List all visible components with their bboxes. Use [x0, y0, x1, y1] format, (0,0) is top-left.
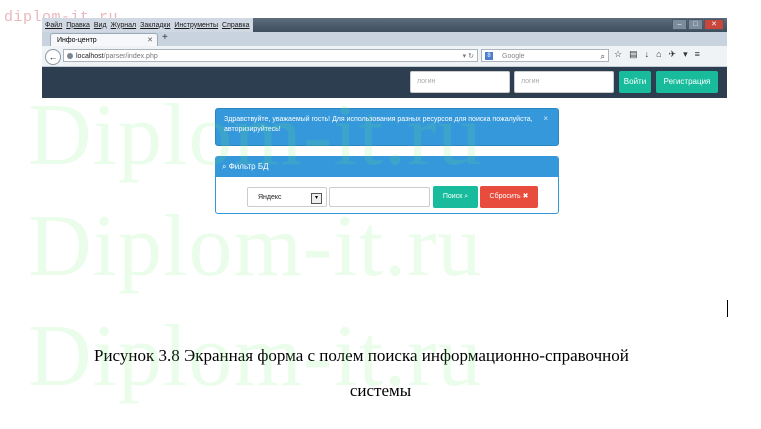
download-icon[interactable]: ↓: [645, 49, 650, 60]
window-controls: – □ ✕: [672, 19, 724, 30]
menu-tools[interactable]: Инструменты: [174, 22, 218, 29]
bookmarks-list-icon[interactable]: ▤: [629, 49, 638, 60]
maximize-icon[interactable]: □: [688, 19, 703, 30]
filter-search-icon: ⌕: [222, 162, 227, 171]
search-icon[interactable]: ⌕: [601, 50, 605, 63]
search-button[interactable]: Поиск ⌕: [433, 186, 478, 208]
reload-icon[interactable]: ▾ ↻: [463, 50, 474, 63]
search-engine-select[interactable]: Яндекс ▾: [247, 187, 327, 207]
password-field[interactable]: логин: [514, 71, 614, 93]
filter-panel-header: ⌕ Фильтр БД: [216, 157, 558, 177]
close-icon[interactable]: ✕: [704, 19, 724, 30]
query-input[interactable]: [329, 187, 430, 207]
url-host: localhost: [76, 53, 104, 60]
browser-search-bar[interactable]: 8 Google ⌕: [481, 49, 609, 62]
alert-text: Здравствуйте, уважаемый гость! Для испол…: [224, 116, 533, 133]
overflow-icon[interactable]: ▾: [683, 49, 688, 60]
bookmark-star-icon[interactable]: ☆: [614, 49, 622, 60]
menu-bookmarks[interactable]: Закладки: [140, 22, 170, 29]
filter-panel: ⌕ Фильтр БД Яндекс ▾ Поиск ⌕ Сбросить ✖: [215, 156, 559, 214]
app-navbar: логин логин Войти Регистрация: [42, 67, 727, 98]
menu-file[interactable]: Файл: [45, 22, 62, 29]
reset-button-label: Сбросить: [489, 193, 521, 200]
url-path: /parser/index.php: [103, 53, 158, 60]
dropdown-arrow-icon[interactable]: ▾: [311, 193, 322, 204]
reset-button[interactable]: Сбросить ✖: [480, 186, 538, 208]
tab-info-center[interactable]: Инфо-центр ✕: [50, 33, 158, 46]
search-button-label: Поиск: [442, 193, 463, 200]
login-field[interactable]: логин: [410, 71, 510, 93]
navigation-bar: ← localhost/parser/index.php ▾ ↻ 8 Googl…: [42, 46, 727, 67]
filter-title: Фильтр БД: [228, 162, 269, 171]
figure-caption-line1: Рисунок 3.8 Экранная форма с полем поиск…: [94, 346, 629, 365]
menu-bar: Файл Правка Вид Журнал Закладки Инструме…: [42, 18, 253, 32]
search-engine-icon[interactable]: 8: [485, 52, 493, 60]
select-value: Яндекс: [258, 194, 282, 201]
search-placeholder: Google: [502, 53, 525, 60]
menu-help[interactable]: Справка: [222, 22, 249, 29]
guest-alert: Здравствуйте, уважаемый гость! Для испол…: [215, 108, 559, 146]
close-icon: ✖: [522, 193, 529, 200]
addon-icon[interactable]: ✈: [669, 49, 677, 60]
figure-caption-line2: системы: [349, 381, 412, 400]
tab-title: Инфо-центр: [57, 37, 97, 44]
minimize-icon[interactable]: –: [672, 19, 687, 30]
browser-screenshot: Файл Правка Вид Журнал Закладки Инструме…: [42, 18, 727, 98]
menu-edit[interactable]: Правка: [66, 22, 90, 29]
home-icon[interactable]: ⌂: [656, 49, 661, 60]
text-cursor: [727, 300, 728, 317]
login-button[interactable]: Войти: [619, 71, 651, 93]
search-icon: ⌕: [464, 193, 469, 200]
menu-icon[interactable]: ≡: [695, 49, 700, 60]
url-bar[interactable]: localhost/parser/index.php ▾ ↻: [63, 49, 478, 62]
tab-strip: Инфо-центр ✕ +: [42, 32, 727, 46]
site-identity-icon[interactable]: [67, 53, 73, 59]
alert-close-icon[interactable]: ×: [543, 114, 548, 124]
toolbar-icons: ☆ ▤ ↓ ⌂ ✈ ▾ ≡: [614, 49, 700, 60]
register-button[interactable]: Регистрация: [656, 71, 718, 93]
back-icon[interactable]: ←: [45, 49, 61, 65]
menu-view[interactable]: Вид: [94, 22, 107, 29]
menu-history[interactable]: Журнал: [111, 22, 137, 29]
new-tab-icon[interactable]: +: [162, 32, 168, 43]
